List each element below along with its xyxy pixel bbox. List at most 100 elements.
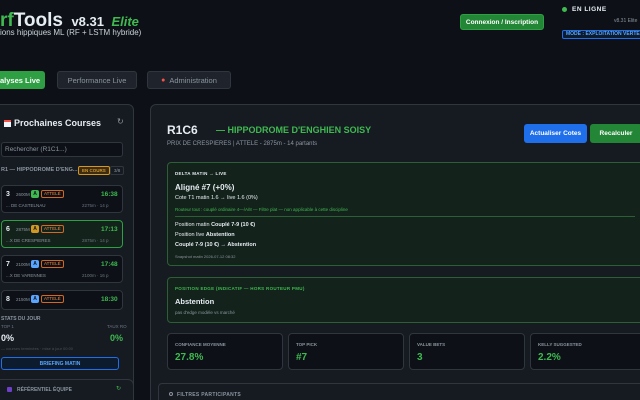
reference-panel[interactable]: RÉFÉRENTIEL ÉQUIPE ↻ [0, 379, 134, 400]
stat-label: KELLY SUGGESTED [538, 342, 582, 347]
position-matin: Position matin Couplé 7-9 (10 €) [175, 222, 255, 228]
discipline-badge: A [31, 260, 39, 268]
stat-label: VALUE BETS [417, 342, 446, 347]
race-distance: 2600M [16, 192, 30, 197]
meeting-status-badge: EN COURS [78, 166, 110, 175]
race-detail-panel: R1C6 — HIPPODROME D'ENGHIEN SOISY PRIX D… [150, 104, 640, 400]
stats-left-value: 0% [1, 333, 15, 343]
online-dot-icon [562, 6, 567, 12]
race-number: 7 [6, 261, 10, 268]
tab-administration[interactable]: ● Administration [147, 71, 231, 89]
edge-header: POSITION EDGE (INDICATIF — HORS ROUTEUR … [175, 286, 305, 291]
edge-headline: Abstention [175, 297, 215, 306]
team-icon [7, 387, 12, 392]
app-root: rfTools v8.31 Elite ions hippiques ML (R… [0, 0, 640, 400]
brand-edition: Elite [111, 14, 139, 29]
discipline-badge: A [31, 225, 39, 233]
tab-label: alyses Live [0, 75, 41, 85]
refresh-icon[interactable]: ↻ [116, 385, 121, 392]
race-time: 18:30 [101, 296, 118, 303]
sidebar-title-text: Prochaines Courses [14, 118, 102, 128]
stat-value: 27.8% [175, 352, 204, 363]
discipline-badge: A [31, 295, 39, 303]
couple-change: Couplé 7-9 (10 €) → Abstention [175, 242, 257, 248]
version-small: v8.31 Elite [614, 18, 638, 24]
tab-label: Performance Live [67, 75, 127, 85]
mode-badge: MODE : EXPLOITATION VERTE [562, 30, 640, 39]
stats-right-label: TAUX RO [107, 324, 127, 329]
race-info: PRIX DE CRESPIERES | ATTELE - 2875m - 14… [167, 141, 318, 147]
stat-card-confidence: CONFIANCE MOYENNE 27.8% [167, 333, 283, 370]
race-name: ... DE CASTELNAU [6, 203, 46, 208]
calendar-icon [4, 120, 11, 127]
race-number: 3 [6, 191, 10, 198]
race-item-active[interactable]: 6 2875M A ATTELÉ 17:13 ...X DE CRESPIERE… [1, 220, 123, 248]
race-category: ATTELÉ [41, 190, 64, 198]
race-distance: 2150M [16, 297, 30, 302]
brand-subtitle: ions hippiques ML (RF + LSTM hybride) [0, 28, 142, 37]
race-item[interactable]: 8 2150M A ATTELÉ 18:30 [1, 290, 123, 310]
race-time: 17:13 [101, 226, 118, 233]
stats-title: STATS DU JOUR [1, 316, 41, 322]
filter-icon [169, 392, 173, 396]
snapshot-timestamp: Snapshot matin 2026-07-12 08:32 [175, 254, 236, 259]
reference-title: RÉFÉRENTIEL ÉQUIPE [7, 387, 72, 393]
header: rfTools v8.31 Elite ions hippiques ML (R… [0, 0, 640, 60]
sidebar-races: Prochaines Courses ↻ Rechercher (R1C1...… [0, 104, 134, 400]
tab-performance-live[interactable]: Performance Live [57, 71, 137, 89]
stat-card-kelly: KELLY SUGGESTED 2.2% [530, 333, 640, 370]
race-search-input[interactable]: Rechercher (R1C1...) [1, 142, 123, 157]
login-button[interactable]: Connexion / Inscription [460, 14, 544, 30]
filters-label: FILTRES PARTICIPANTS [177, 392, 242, 398]
race-hippodrome: — HIPPODROME D'ENGHIEN SOISY [216, 125, 372, 135]
position-matin-label: Position matin [175, 222, 210, 228]
status-indicator: EN LIGNE [562, 6, 607, 13]
race-category: ATTELÉ [41, 295, 64, 303]
refresh-icon[interactable]: ↻ [117, 117, 124, 126]
tab-label: Administration [169, 75, 217, 85]
divider [175, 216, 635, 217]
pin-icon: ● [161, 76, 166, 84]
discipline-badge: A [31, 190, 39, 198]
status-label: EN LIGNE [572, 6, 607, 13]
sidebar-title: Prochaines Courses [4, 118, 101, 128]
race-category: ATTELÉ [41, 260, 64, 268]
recalculate-button[interactable]: Recalculer [590, 124, 640, 143]
race-item[interactable]: 3 2600M A ATTELÉ 16:38 ... DE CASTELNAU … [1, 185, 123, 213]
stat-value: 3 [417, 352, 423, 363]
race-item[interactable]: 7 2100M A ATTELÉ 17:48 ...X DE VARENNES … [1, 255, 123, 283]
race-time: 17:48 [101, 261, 118, 268]
race-time: 16:38 [101, 191, 118, 198]
update-odds-button[interactable]: Actualiser Cotes [524, 124, 587, 143]
position-matin-value: Couplé 7-9 (10 €) [211, 222, 256, 228]
delta-panel: DELTA MATIN → LIVE Aligné #7 (+0%) Cote … [167, 162, 640, 266]
position-live: Position live Abstention [175, 232, 235, 238]
reference-label: RÉFÉRENTIEL ÉQUIPE [17, 387, 72, 393]
stats-left-label: TOP 1 [1, 324, 14, 329]
stat-label: TOP PICK [296, 342, 318, 347]
race-name: ...X DE CRESPIERES [6, 238, 51, 243]
delta-header: DELTA MATIN → LIVE [175, 171, 227, 176]
stats-right-value: 0% [110, 333, 124, 343]
stat-card-value-bets: VALUE BETS 3 [409, 333, 525, 370]
race-distance: 2100M [16, 262, 30, 267]
stat-value: #7 [296, 352, 308, 363]
race-meta: 2875m · 14 p [82, 238, 109, 243]
stat-label: CONFIANCE MOYENNE [175, 342, 226, 347]
delta-cote-line: Cote T1 matin 1.6 → live 1.6 (0%) [175, 195, 258, 201]
race-name: ...X DE VARENNES [6, 273, 46, 278]
race-code: R1C6 [167, 123, 198, 137]
filters-title: FILTRES PARTICIPANTS [169, 392, 241, 398]
meeting-label[interactable]: R1 — HIPPODROME D'ENG... [1, 167, 77, 173]
race-meta: 2100m · 16 p [82, 273, 109, 278]
race-category: ATTELÉ [41, 225, 64, 233]
filters-panel[interactable]: FILTRES PARTICIPANTS [158, 383, 640, 400]
position-live-value: Abstention [205, 232, 235, 238]
delta-headline: Aligné #7 (+0%) [175, 183, 235, 192]
brand-version: v8.31 [71, 14, 104, 29]
race-number: 8 [6, 296, 10, 303]
stat-value: 2.2% [538, 352, 561, 363]
meeting-count-badge: 3/8 [110, 166, 125, 175]
tab-analyses-live[interactable]: alyses Live [0, 71, 45, 89]
briefing-button[interactable]: BRIEFING MATIN [1, 357, 119, 370]
